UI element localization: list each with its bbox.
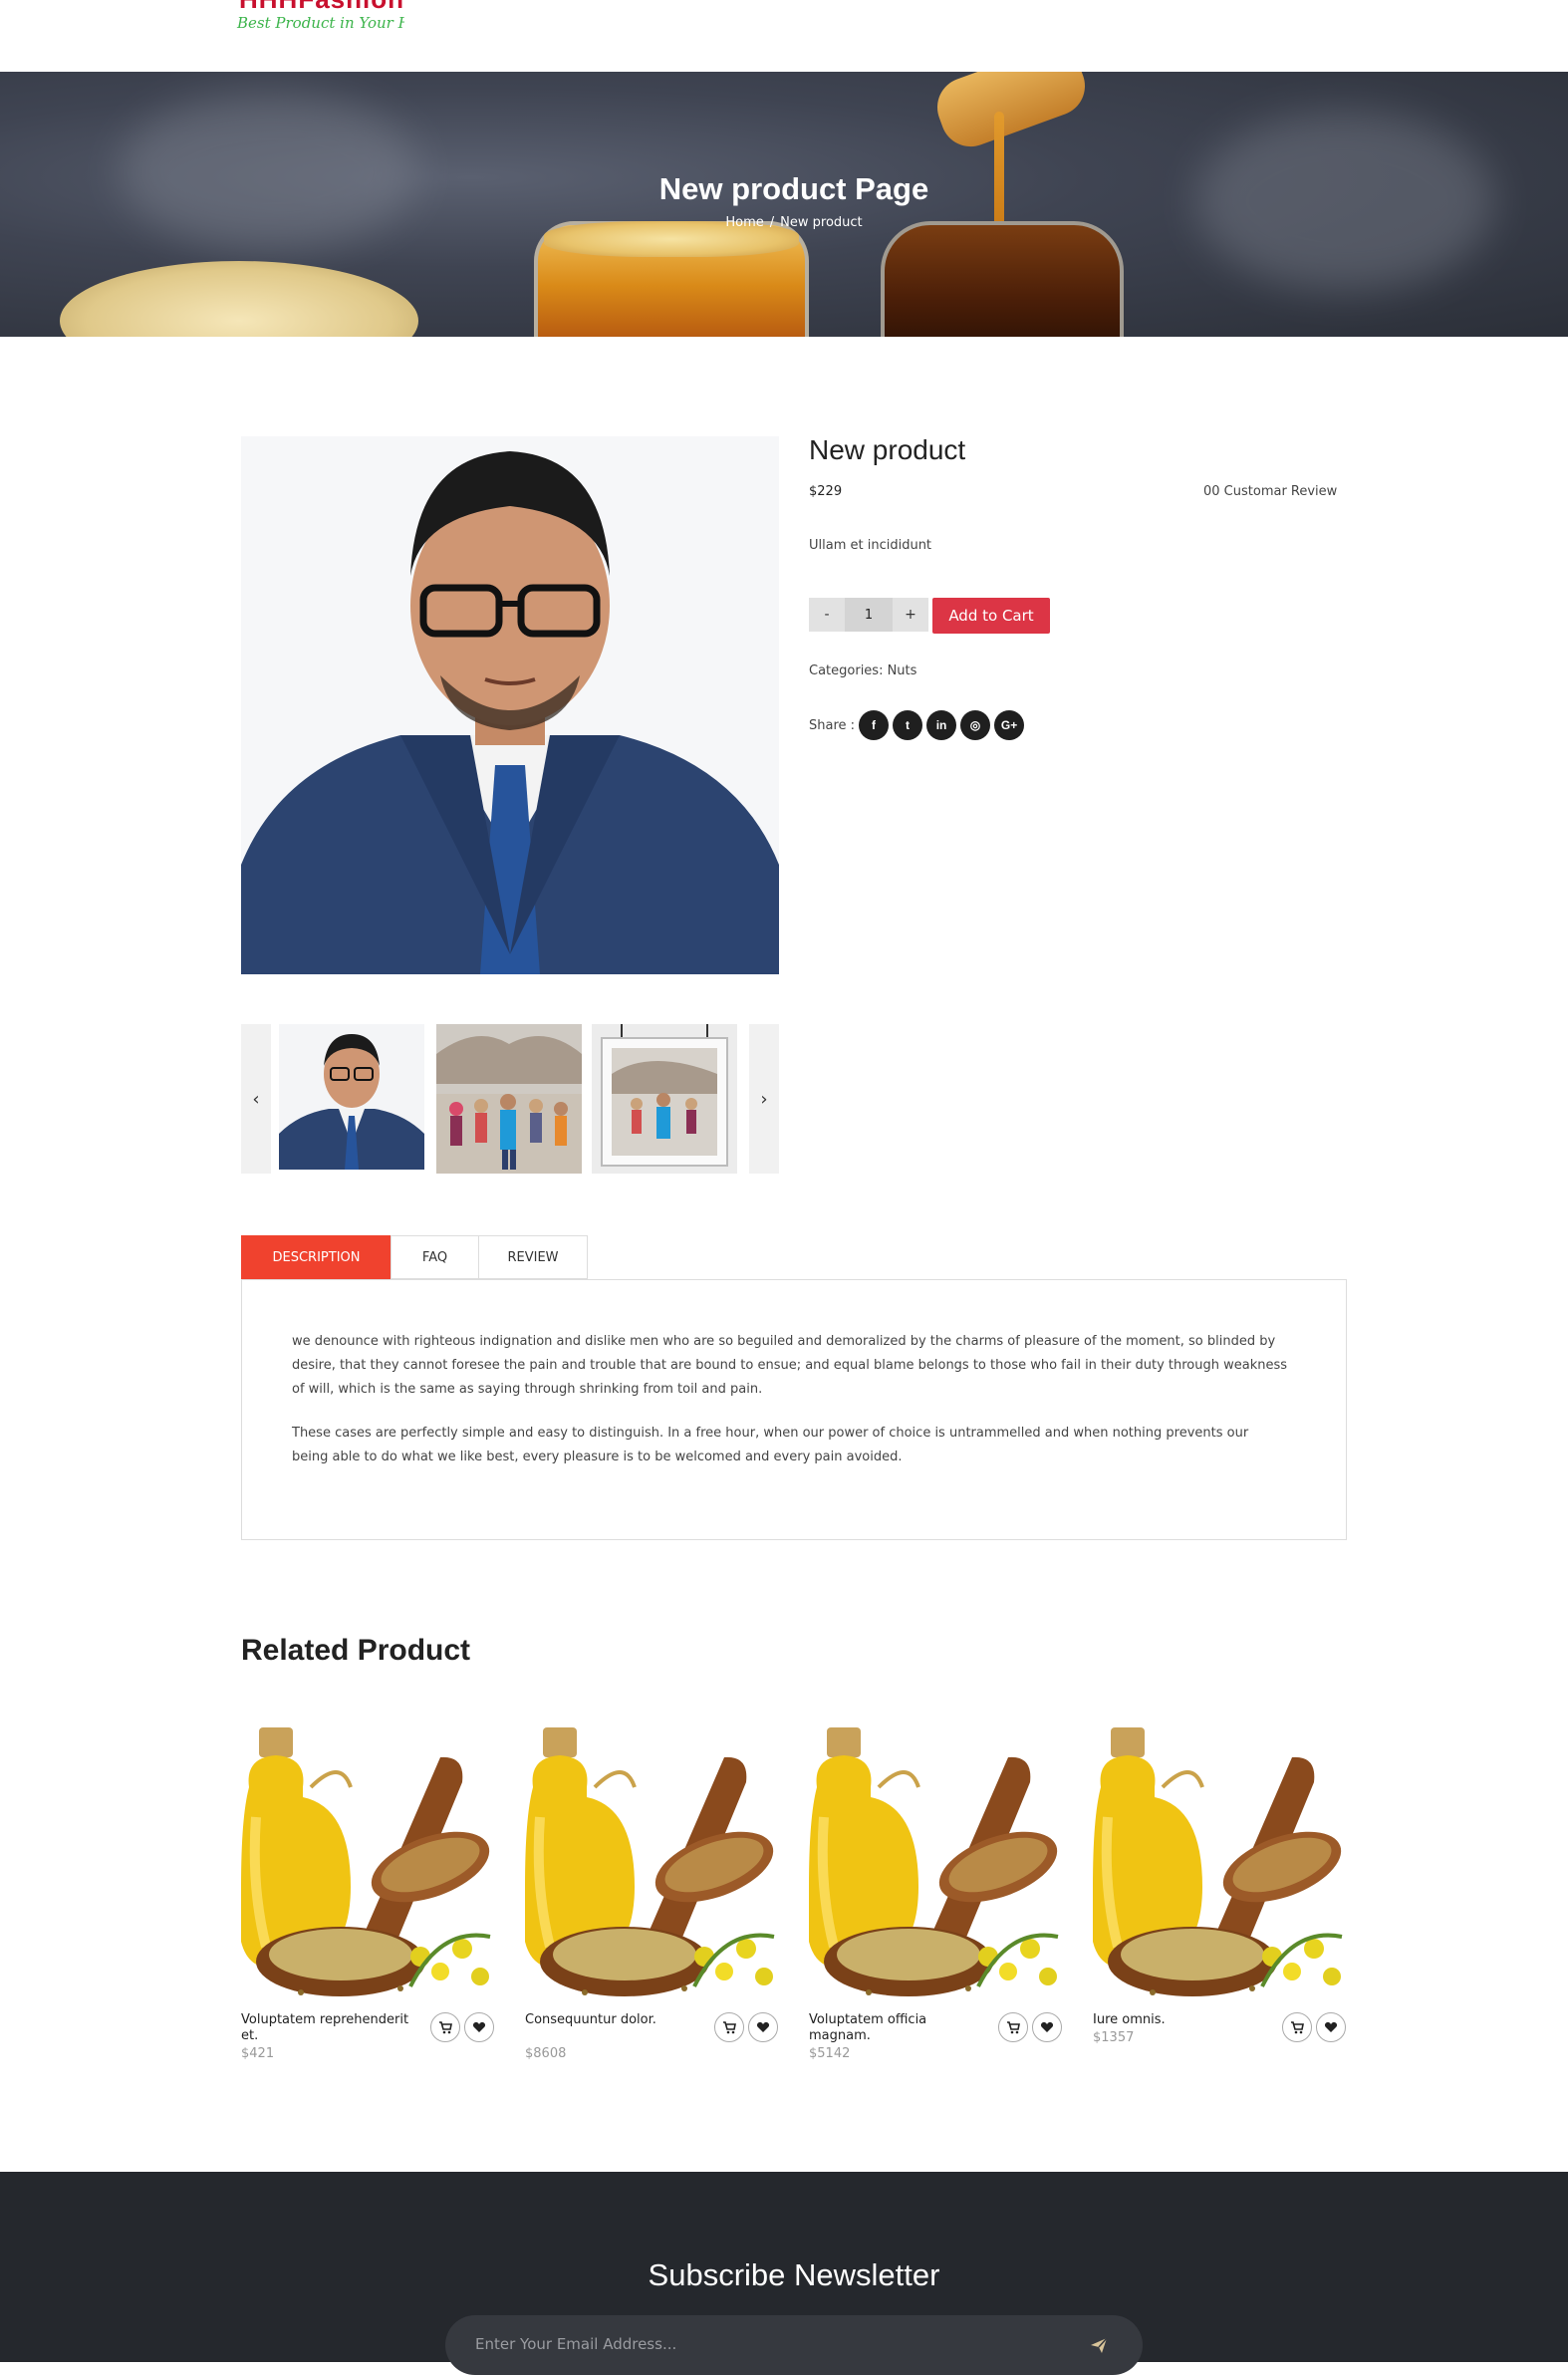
related-product-price: $1357: [1093, 2030, 1135, 2045]
cart-icon[interactable]: [430, 2012, 460, 2042]
honey-jar-right-image: [881, 221, 1124, 337]
paper-plane-send-icon[interactable]: [1085, 2331, 1113, 2359]
breadcrumb-separator: /: [769, 215, 775, 230]
tab-review[interactable]: REVIEW: [478, 1235, 588, 1279]
heart-icon[interactable]: [464, 2012, 494, 2042]
facebook-icon[interactable]: f: [859, 710, 890, 740]
product-price: $229: [809, 484, 843, 499]
product-thumbnail-carousel: ‹ ›: [241, 1024, 779, 1174]
related-product-name[interactable]: Consequuntur dolor.: [525, 2012, 694, 2028]
oil-bottle-product-image[interactable]: [809, 1727, 1064, 1996]
thumbnail-outdoor-group[interactable]: [436, 1024, 582, 1174]
honeycomb-image: [60, 261, 418, 337]
site-header: HHHFashion Best Product in Your Hand: [0, 0, 1568, 72]
oil-bottle-product-image[interactable]: [1093, 1727, 1348, 1996]
product-tabs: DESCRIPTION FAQ REVIEW: [241, 1235, 588, 1279]
related-product-card[interactable]: Iure omnis. $1357: [1093, 1727, 1348, 2076]
breadcrumb-current: New product: [780, 215, 863, 230]
add-to-cart-button[interactable]: Add to Cart: [932, 598, 1050, 634]
customer-review-count[interactable]: 00 Customar Review: [1203, 484, 1337, 499]
heart-icon[interactable]: [748, 2012, 778, 2042]
related-product-price: $8608: [525, 2046, 567, 2061]
product-short-description: Ullam et incididunt: [809, 538, 932, 553]
description-paragraph: These cases are perfectly simple and eas…: [292, 1426, 1249, 1464]
related-product-name[interactable]: Voluptatem officia magnam.: [809, 2012, 978, 2044]
cart-icon[interactable]: [714, 2012, 744, 2042]
description-paragraph: we denounce with righteous indignation a…: [292, 1334, 1288, 1397]
product-main-image: [241, 436, 779, 974]
newsletter-placeholder: Enter Your Email Address...: [475, 2335, 677, 2353]
breadcrumb-home-link[interactable]: Home: [725, 215, 763, 230]
share-label: Share :: [809, 717, 856, 733]
cart-icon[interactable]: [998, 2012, 1028, 2042]
page-title: New product Page: [658, 171, 929, 206]
cart-icon[interactable]: [1282, 2012, 1312, 2042]
quantity-input[interactable]: 1: [845, 598, 893, 632]
carousel-next-arrow-icon[interactable]: ›: [749, 1024, 779, 1174]
product-title: New product: [809, 434, 966, 465]
related-product-name[interactable]: Voluptatem reprehenderit et.: [241, 2012, 410, 2044]
newsletter-title: Subscribe Newsletter: [648, 2257, 940, 2292]
carousel-prev-arrow-icon[interactable]: ‹: [241, 1024, 271, 1174]
newsletter-section: Subscribe Newsletter Enter Your Email Ad…: [0, 2172, 1568, 2375]
related-products-heading: Related Product: [241, 1634, 471, 1667]
related-product-price: $421: [241, 2046, 275, 2061]
related-product-card[interactable]: Consequuntur dolor. $8608: [525, 1727, 780, 2076]
logo-tagline: Best Product in Your Hand: [237, 14, 404, 32]
heart-icon[interactable]: [1316, 2012, 1346, 2042]
person-portrait-image: [241, 436, 779, 974]
linkedin-icon[interactable]: in: [926, 710, 957, 740]
twitter-icon[interactable]: t: [893, 710, 923, 740]
related-product-card[interactable]: Voluptatem officia magnam. $5142: [809, 1727, 1064, 2076]
thumbnail-portrait[interactable]: [279, 1024, 424, 1174]
logo-text: HHHFashion: [239, 0, 404, 15]
related-product-card[interactable]: Voluptatem reprehenderit et. $421: [241, 1727, 496, 2076]
share-links: Share : f t in ◎ G+: [809, 710, 1025, 740]
heart-icon[interactable]: [1032, 2012, 1062, 2042]
site-logo[interactable]: HHHFashion Best Product in Your Hand: [235, 0, 404, 40]
product-categories: Categories: Nuts: [809, 663, 917, 678]
quantity-stepper: - 1 +: [809, 598, 928, 632]
quantity-increase-button[interactable]: +: [893, 598, 928, 632]
quantity-decrease-button[interactable]: -: [809, 598, 845, 632]
tab-description[interactable]: DESCRIPTION: [241, 1235, 391, 1279]
tab-faq[interactable]: FAQ: [391, 1235, 478, 1279]
instagram-icon[interactable]: ◎: [960, 710, 991, 740]
thumbnail-framed-photo[interactable]: [592, 1024, 737, 1174]
honey-dipper-image: [928, 72, 1094, 155]
newsletter-email-input[interactable]: Enter Your Email Address...: [445, 2315, 1143, 2375]
oil-bottle-product-image[interactable]: [525, 1727, 780, 1996]
google-plus-icon[interactable]: G+: [994, 710, 1025, 740]
breadcrumb: Home / New product: [0, 215, 1568, 230]
related-product-price: $5142: [809, 2046, 851, 2061]
related-product-name[interactable]: Iure omnis.: [1093, 2012, 1262, 2028]
tab-panel-description: we denounce with righteous indignation a…: [241, 1279, 1347, 1540]
oil-bottle-product-image[interactable]: [241, 1727, 496, 1996]
page-banner: New product Page Home / New product: [0, 72, 1568, 337]
